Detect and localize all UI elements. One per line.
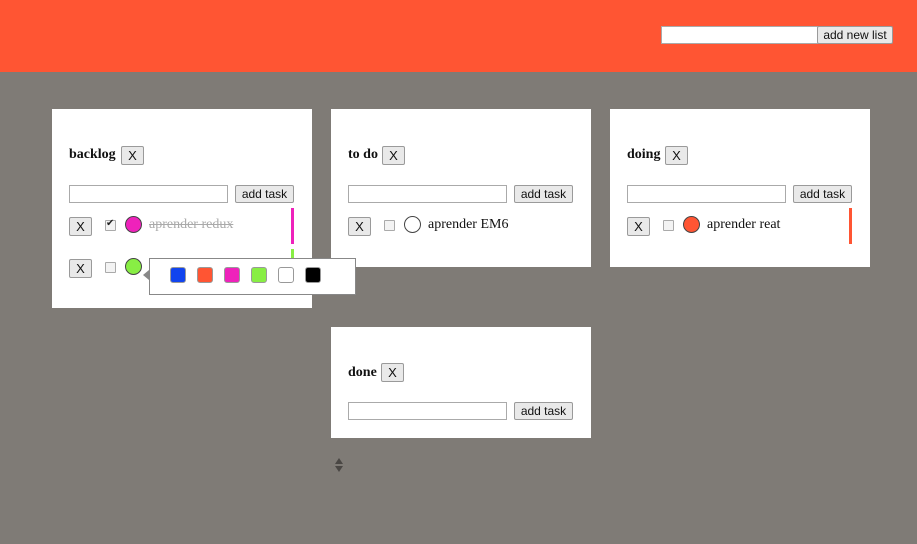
add-task-button[interactable]: add task — [514, 185, 573, 203]
task-color-dot[interactable] — [404, 216, 421, 233]
list-title: done — [348, 365, 377, 380]
color-picker-popup — [143, 258, 356, 295]
sort-handle-icon[interactable] — [334, 458, 344, 474]
task-color-bar — [849, 208, 852, 244]
list-title: to do — [348, 147, 378, 162]
arrow-up-icon — [335, 458, 343, 464]
add-task-button[interactable]: add task — [514, 402, 573, 420]
color-swatch-orange[interactable] — [197, 267, 213, 283]
list-card-to-do: to do X add task X aprender EM6 — [331, 109, 591, 267]
delete-list-button[interactable]: X — [121, 146, 144, 165]
checkmark-icon: ✔ — [106, 218, 115, 229]
task-checkbox[interactable] — [663, 220, 674, 231]
add-task-button[interactable]: add task — [793, 185, 852, 203]
delete-task-button[interactable]: X — [69, 259, 92, 278]
add-task-button[interactable]: add task — [235, 185, 294, 203]
task-color-dot[interactable] — [683, 216, 700, 233]
delete-task-button[interactable]: X — [627, 217, 650, 236]
task-text: aprender EM6 — [428, 217, 509, 232]
delete-list-button[interactable]: X — [382, 146, 405, 165]
color-swatch-white[interactable] — [278, 267, 294, 283]
delete-list-button[interactable]: X — [665, 146, 688, 165]
task-color-dot[interactable] — [125, 258, 142, 275]
new-task-input[interactable] — [69, 185, 228, 203]
delete-task-button[interactable]: X — [69, 217, 92, 236]
new-task-input[interactable] — [348, 185, 507, 203]
list-title: backlog — [69, 147, 116, 162]
task-checkbox[interactable] — [384, 220, 395, 231]
arrow-down-icon — [335, 466, 343, 472]
task-text: aprender redux — [149, 217, 234, 232]
list-title: doing — [627, 147, 661, 162]
list-card-done: done X add task — [331, 327, 591, 438]
top-bar: add new list — [0, 0, 917, 72]
new-list-input[interactable] — [661, 26, 819, 44]
add-new-list-button[interactable]: add new list — [817, 26, 893, 44]
task-checkbox[interactable]: ✔ — [105, 218, 116, 231]
task-checkbox[interactable] — [105, 262, 116, 273]
delete-task-button[interactable]: X — [348, 217, 371, 236]
task-color-bar — [291, 208, 294, 244]
task-text: aprender reat — [707, 217, 781, 232]
color-swatch-green[interactable] — [251, 267, 267, 283]
popup-arrow-icon — [143, 270, 149, 280]
color-swatch-pink[interactable] — [224, 267, 240, 283]
new-task-input[interactable] — [627, 185, 786, 203]
new-task-input[interactable] — [348, 402, 507, 420]
color-swatch-black[interactable] — [305, 267, 321, 283]
list-card-doing: doing X add task X aprender reat — [610, 109, 870, 267]
task-color-dot[interactable] — [125, 216, 142, 233]
delete-list-button[interactable]: X — [381, 363, 404, 382]
color-swatch-blue[interactable] — [170, 267, 186, 283]
